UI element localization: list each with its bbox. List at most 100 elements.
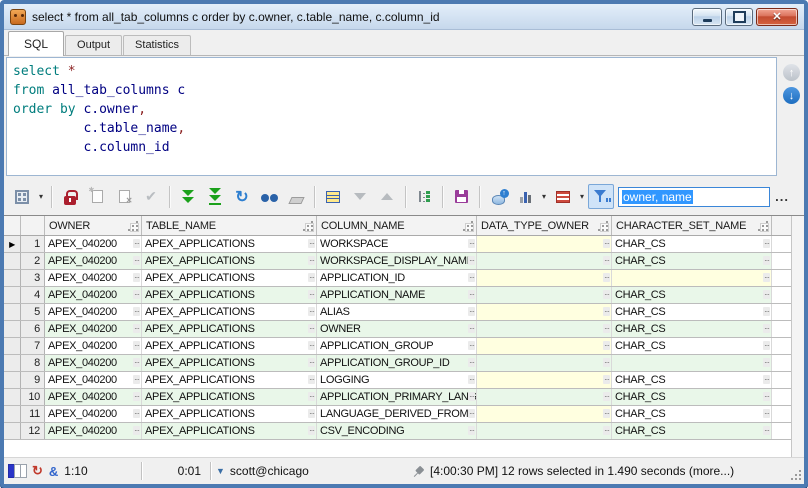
row-selector[interactable]	[4, 389, 21, 405]
cell-table-name[interactable]: APEX_APPLICATIONS···	[142, 321, 317, 337]
cell-expand-button[interactable]: ···	[133, 375, 140, 384]
row-number[interactable]: 6	[21, 321, 45, 337]
cell-expand-button[interactable]: ···	[763, 290, 770, 299]
cell-character-set-name[interactable]: CHAR_CS···	[612, 423, 772, 439]
column-header-data-type-owner[interactable]: DATA_TYPE_OWNER	[477, 216, 612, 235]
cell-column-name[interactable]: WORKSPACE_DISPLAY_NAME···	[317, 253, 477, 269]
cell-expand-button[interactable]: ···	[308, 392, 315, 401]
column-header-table-name[interactable]: TABLE_NAME	[142, 216, 317, 235]
row-selector[interactable]	[4, 372, 21, 388]
cell-expand-button[interactable]: ···	[308, 239, 315, 248]
auto-refresh-icon[interactable]	[32, 463, 43, 479]
session-dropdown-icon[interactable]	[216, 466, 225, 476]
cell-expand-button[interactable]: ···	[308, 341, 315, 350]
sort-grip-icon[interactable]	[305, 223, 314, 232]
tab-output[interactable]: Output	[65, 35, 122, 55]
row-number[interactable]: 9	[21, 372, 45, 388]
cell-column-name[interactable]: LOGGING···	[317, 372, 477, 388]
cell-expand-button[interactable]: ···	[603, 307, 610, 316]
cell-expand-button[interactable]: ···	[603, 273, 610, 282]
column-header-owner[interactable]: OWNER	[45, 216, 142, 235]
cell-expand-button[interactable]: ···	[133, 290, 140, 299]
cell-expand-button[interactable]: ···	[603, 358, 610, 367]
cell-character-set-name[interactable]: CHAR_CS···	[612, 304, 772, 320]
chart-dropdown[interactable]	[539, 184, 549, 209]
row-number[interactable]: 5	[21, 304, 45, 320]
cell-expand-button[interactable]: ···	[763, 239, 770, 248]
cell-expand-button[interactable]: ···	[603, 375, 610, 384]
cell-data-type-owner[interactable]: ···	[477, 270, 612, 286]
session-segment[interactable]: scott@chicago	[216, 464, 309, 478]
cell-expand-button[interactable]: ···	[603, 290, 610, 299]
row-selector[interactable]	[4, 406, 21, 422]
cell-data-type-owner[interactable]: ···	[477, 406, 612, 422]
cell-data-type-owner[interactable]: ···	[477, 236, 612, 252]
cell-expand-button[interactable]: ···	[468, 307, 475, 316]
window-list-button[interactable]	[9, 184, 35, 209]
minimize-button[interactable]	[692, 8, 722, 26]
tab-sql[interactable]: SQL	[8, 31, 64, 56]
cell-owner[interactable]: APEX_040200···	[45, 338, 142, 354]
cell-expand-button[interactable]: ···	[763, 426, 770, 435]
cell-data-type-owner[interactable]: ···	[477, 253, 612, 269]
restore-button[interactable]	[725, 8, 753, 26]
cell-expand-button[interactable]: ···	[308, 426, 315, 435]
cell-column-name[interactable]: APPLICATION_GROUP_ID···	[317, 355, 477, 371]
sort-grip-icon[interactable]	[760, 223, 769, 232]
delete-sheet-button[interactable]	[111, 184, 137, 209]
cell-table-name[interactable]: APEX_APPLICATIONS···	[142, 236, 317, 252]
column-header-column-name[interactable]: COLUMN_NAME	[317, 216, 477, 235]
cell-expand-button[interactable]: ···	[133, 273, 140, 282]
cell-column-name[interactable]: LANGUAGE_DERIVED_FROM···	[317, 406, 477, 422]
cell-owner[interactable]: APEX_040200···	[45, 406, 142, 422]
cell-expand-button[interactable]: ···	[308, 409, 315, 418]
previous-set-button[interactable]	[374, 184, 400, 209]
execute-button[interactable]	[175, 184, 201, 209]
row-number[interactable]: 3	[21, 270, 45, 286]
cell-expand-button[interactable]: ···	[133, 307, 140, 316]
cell-expand-button[interactable]: ···	[603, 256, 610, 265]
cell-table-name[interactable]: APEX_APPLICATIONS···	[142, 304, 317, 320]
column-header-character-set-name[interactable]: CHARACTER_SET_NAME	[612, 216, 772, 235]
cell-expand-button[interactable]: ···	[468, 358, 475, 367]
cell-expand-button[interactable]: ···	[308, 324, 315, 333]
cell-owner[interactable]: APEX_040200···	[45, 423, 142, 439]
export-database-button[interactable]	[485, 184, 511, 209]
cell-expand-button[interactable]: ···	[603, 324, 610, 333]
cell-expand-button[interactable]: ···	[308, 256, 315, 265]
row-number[interactable]: 4	[21, 287, 45, 303]
cell-expand-button[interactable]: ···	[308, 358, 315, 367]
cell-expand-button[interactable]: ···	[133, 392, 140, 401]
row-selector[interactable]	[4, 321, 21, 337]
cell-expand-button[interactable]: ···	[603, 239, 610, 248]
cell-data-type-owner[interactable]: ···	[477, 372, 612, 388]
cell-expand-button[interactable]: ···	[468, 273, 475, 282]
cell-expand-button[interactable]: ···	[468, 341, 475, 350]
cell-owner[interactable]: APEX_040200···	[45, 236, 142, 252]
cell-expand-button[interactable]: ···	[308, 290, 315, 299]
chart-button[interactable]	[512, 184, 538, 209]
cell-character-set-name[interactable]: CHAR_CS···	[612, 338, 772, 354]
row-selector[interactable]	[4, 270, 21, 286]
structure-button[interactable]	[411, 184, 437, 209]
tab-statistics[interactable]: Statistics	[123, 35, 191, 55]
cell-data-type-owner[interactable]: ···	[477, 338, 612, 354]
cell-data-type-owner[interactable]: ···	[477, 389, 612, 405]
cell-column-name[interactable]: APPLICATION_GROUP···	[317, 338, 477, 354]
cell-table-name[interactable]: APEX_APPLICATIONS···	[142, 406, 317, 422]
cell-owner[interactable]: APEX_040200···	[45, 304, 142, 320]
cell-expand-button[interactable]: ···	[468, 256, 475, 265]
cell-expand-button[interactable]: ···	[763, 358, 770, 367]
cell-expand-button[interactable]: ···	[133, 256, 140, 265]
scroll-down-button[interactable]	[783, 87, 800, 104]
cell-data-type-owner[interactable]: ···	[477, 304, 612, 320]
clear-button[interactable]	[283, 184, 309, 209]
cell-character-set-name[interactable]: CHAR_CS···	[612, 406, 772, 422]
cell-column-name[interactable]: APPLICATION_ID···	[317, 270, 477, 286]
cell-character-set-name[interactable]: CHAR_CS···	[612, 372, 772, 388]
row-selector[interactable]	[4, 338, 21, 354]
cell-character-set-name[interactable]: CHAR_CS···	[612, 321, 772, 337]
cell-character-set-name[interactable]: CHAR_CS···	[612, 253, 772, 269]
scroll-up-button[interactable]	[783, 64, 800, 81]
row-selector[interactable]: ▶	[4, 236, 21, 252]
